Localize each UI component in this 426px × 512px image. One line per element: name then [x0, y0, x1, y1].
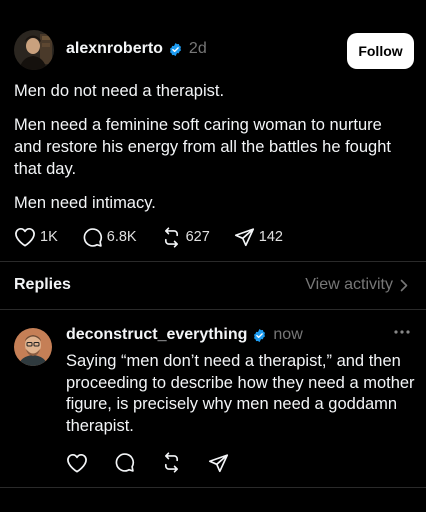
- post-body: Men do not need a therapist. Men need a …: [14, 80, 410, 226]
- comment-icon: [115, 453, 135, 472]
- share-button[interactable]: 142: [234, 227, 283, 247]
- post-paragraph: Men need a feminine soft caring woman to…: [14, 116, 391, 178]
- verified-badge-icon: [254, 328, 266, 342]
- post-timestamp: 2d: [188, 40, 207, 57]
- repost-button[interactable]: 627: [161, 226, 210, 248]
- send-icon: [234, 228, 254, 247]
- reply-avatar[interactable]: [14, 328, 52, 366]
- repost-icon: [164, 452, 179, 473]
- post-paragraph: Men do not need a therapist.: [14, 82, 225, 100]
- divider: [0, 487, 426, 488]
- reply-actions: [66, 452, 255, 473]
- divider: [0, 309, 426, 310]
- like-count: 1K: [40, 229, 58, 245]
- comment-icon: [83, 227, 102, 247]
- post-header: alexnroberto 2d Follow: [14, 30, 414, 70]
- reply-avatar-image: [14, 328, 52, 366]
- replies-title: Replies: [14, 276, 71, 293]
- reply-repost-button[interactable]: [161, 452, 182, 473]
- divider: [0, 261, 426, 262]
- reply-like-button[interactable]: [66, 453, 88, 473]
- post-actions: 1K 6.8K 627 142: [14, 226, 307, 248]
- reply-timestamp: now: [273, 326, 303, 343]
- share-count: 142: [258, 229, 283, 245]
- repost-icon: [164, 226, 178, 248]
- heart-icon: [15, 227, 35, 247]
- reply-username[interactable]: deconstruct_everything: [66, 326, 247, 344]
- avatar-image: [14, 30, 54, 70]
- post-paragraph: Men need intimacy.: [14, 194, 156, 212]
- avatar[interactable]: [14, 30, 54, 70]
- post-author-row: alexnroberto 2d: [66, 40, 207, 58]
- post-username[interactable]: alexnroberto: [66, 40, 163, 58]
- send-icon: [208, 453, 229, 472]
- more-options-icon[interactable]: [394, 330, 410, 334]
- reply-share-button[interactable]: [208, 453, 229, 473]
- heart-icon: [67, 453, 87, 472]
- verified-badge-icon: [169, 42, 181, 56]
- like-button[interactable]: 1K: [14, 227, 58, 247]
- reply-text: Saying “men don’t need a therapist,” and…: [66, 352, 415, 435]
- follow-button[interactable]: Follow: [347, 33, 414, 69]
- reply-comment-button[interactable]: [114, 452, 135, 473]
- chevron-right-icon: [400, 279, 408, 291]
- view-activity-link[interactable]: View activity: [305, 276, 408, 294]
- view-activity-label: View activity: [305, 276, 393, 293]
- comment-button[interactable]: 6.8K: [82, 227, 137, 248]
- repost-count: 627: [185, 229, 210, 245]
- reply-author-row: deconstruct_everything now: [66, 326, 303, 344]
- comment-count: 6.8K: [106, 229, 137, 245]
